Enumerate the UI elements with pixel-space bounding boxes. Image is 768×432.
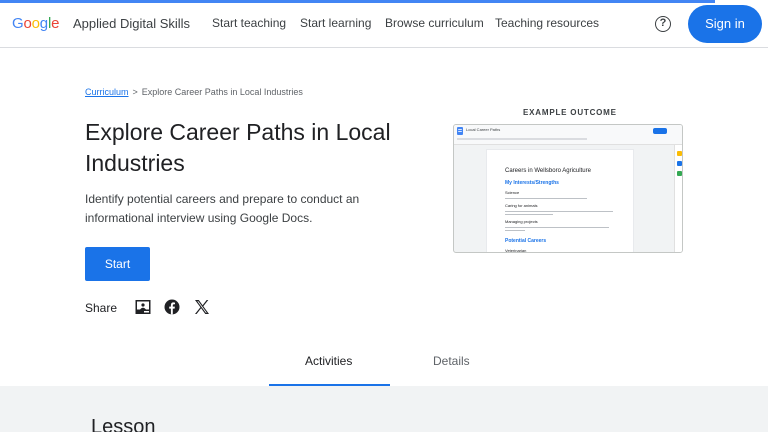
lessons-section: Lesson [0,386,768,432]
classroom-icon[interactable] [135,299,151,315]
doc-share-button [653,128,667,134]
doc-item: Science [505,190,520,195]
example-outcome-image[interactable]: Local Career Paths Careers in Wellsboro … [453,124,683,253]
breadcrumb-curriculum-link[interactable]: Curriculum [85,87,129,97]
keep-icon [677,151,682,156]
doc-section-heading: My Interests/Strengths [505,180,559,186]
doc-text-line [505,198,587,199]
share-label: Share [85,301,118,315]
doc-text-line [505,227,609,228]
help-icon[interactable]: ? [655,16,671,32]
start-button[interactable]: Start [85,247,150,281]
breadcrumb-current: Explore Career Paths in Local Industries [141,87,303,97]
docs-icon [457,127,463,135]
facebook-icon[interactable] [164,299,180,315]
tab-activities[interactable]: Activities [305,354,352,368]
doc-item: Managing projects [505,219,538,224]
doc-toolbar: Local Career Paths [454,125,682,145]
tasks-icon [677,161,682,166]
doc-section-heading: Potential Careers [505,238,547,244]
doc-page: Careers in Wellsboro Agriculture My Inte… [486,149,634,253]
doc-file-title: Local Career Paths [466,127,501,132]
page-description: Identify potential careers and prepare t… [85,192,360,225]
breadcrumb-separator: > [132,87,138,97]
site-header: Google Applied Digital Skills Start teac… [0,3,768,48]
nav-teaching-resources[interactable]: Teaching resources [495,16,599,30]
logo-letter: o [31,15,40,32]
doc-item: Caring for animals [505,203,538,208]
nav-start-teaching[interactable]: Start teaching [212,16,286,30]
maps-icon [677,171,682,176]
logo-letter: o [23,15,32,32]
doc-item: Veterinarian [505,248,527,253]
x-icon[interactable] [194,299,210,315]
page-title: Explore Career Paths in Local Industries [85,119,391,176]
nav-browse-curriculum[interactable]: Browse curriculum [385,16,484,30]
doc-text-line [505,230,525,231]
logo-letter: G [12,15,24,32]
lesson-heading: Lesson [91,416,156,432]
logo-letter: e [51,15,60,32]
tab-details[interactable]: Details [433,354,470,368]
tab-bar: Activities Details [0,340,768,386]
brand-name[interactable]: Applied Digital Skills [73,16,190,31]
doc-heading: Careers in Wellsboro Agriculture [505,168,591,174]
doc-side-panel [674,145,682,252]
google-logo[interactable]: Google [12,15,59,32]
example-outcome-label: EXAMPLE OUTCOME [523,108,617,117]
nav-start-learning[interactable]: Start learning [300,16,371,30]
doc-toolbar-tools [457,138,587,140]
sign-in-button[interactable]: Sign in [688,5,762,43]
doc-text-line [505,211,613,212]
logo-letter: g [39,15,48,32]
breadcrumb: Curriculum > Explore Career Paths in Local… [85,87,303,97]
doc-text-line [505,214,553,215]
